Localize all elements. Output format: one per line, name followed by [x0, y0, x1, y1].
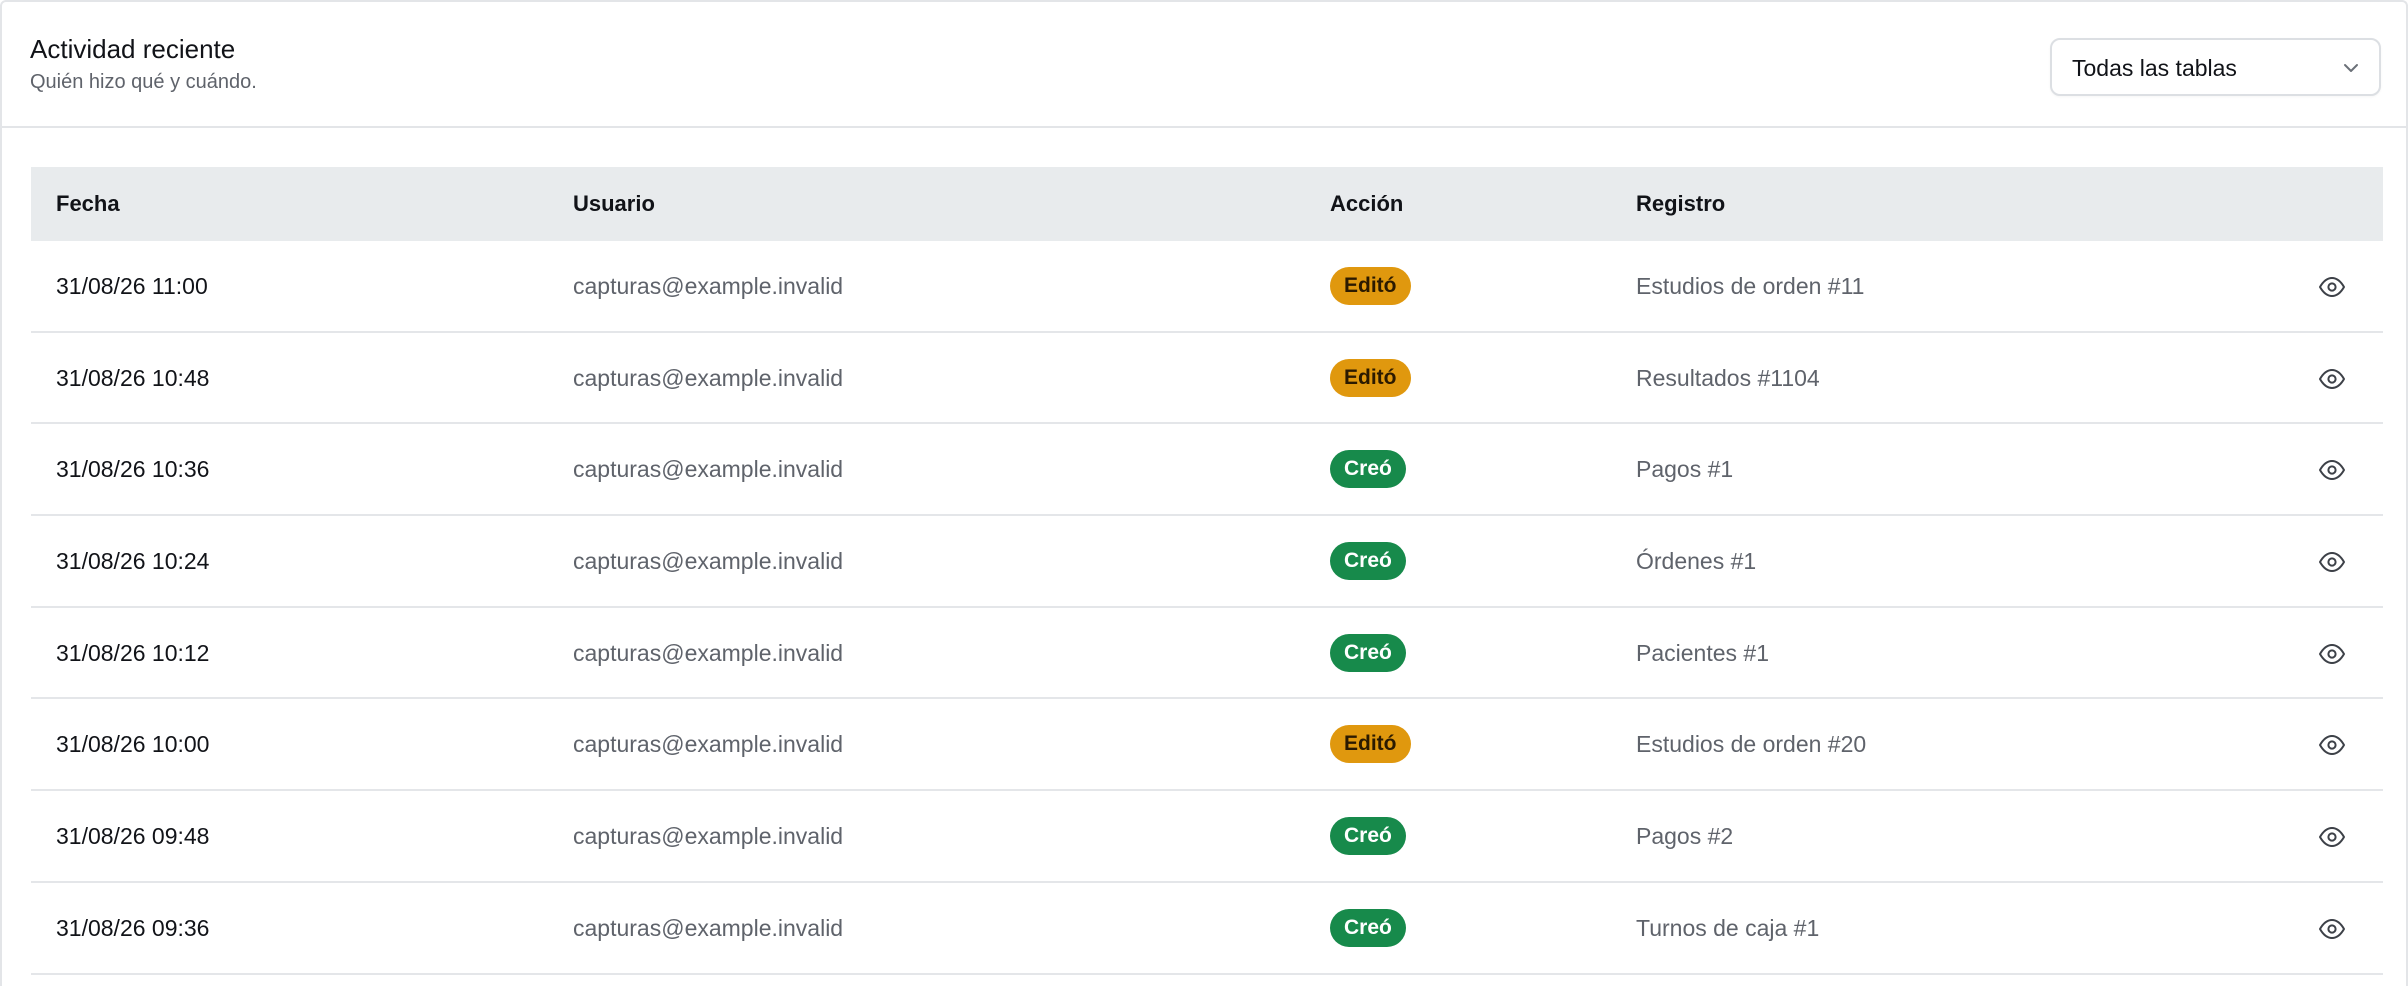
page-subtitle: Quién hizo qué y cuándo. [30, 71, 257, 93]
chevron-down-icon [2344, 64, 2358, 72]
eye-icon[interactable] [2318, 640, 2346, 668]
eye-icon[interactable] [2318, 548, 2346, 576]
row-user: capturas@example.invalid [573, 914, 844, 941]
row-user: capturas@example.invalid [573, 456, 844, 483]
action-badge: Creó [1330, 542, 1406, 581]
action-badge: Editó [1330, 358, 1411, 397]
table-row: 31/08/26 10:48 capturas@example.invalid Ed… [31, 333, 2383, 425]
row-user: capturas@example.invalid [573, 548, 844, 575]
table-filter-value: Todas las tablas [2072, 55, 2237, 81]
row-record: Pacientes #1 [1636, 639, 1769, 666]
activity-card: Actividad reciente Quién hizo qué y cuán… [0, 0, 2408, 986]
row-date: 31/08/26 10:48 [56, 364, 210, 391]
row-user: capturas@example.invalid [573, 364, 844, 391]
eye-icon[interactable] [2318, 731, 2346, 759]
row-user: capturas@example.invalid [573, 823, 844, 850]
column-header-accion: Acción [1330, 191, 1404, 216]
table-row: 31/08/26 09:48 capturas@example.invalid Cr… [31, 791, 2383, 883]
table-row: 31/08/26 10:24 capturas@example.invalid Cr… [31, 516, 2383, 608]
column-header-usuario: Usuario [573, 191, 655, 216]
action-badge: Creó [1330, 450, 1406, 489]
table-row: 31/08/26 10:00 capturas@example.invalid Ed… [31, 699, 2383, 792]
eye-icon[interactable] [2318, 273, 2346, 301]
row-date: 31/08/26 10:24 [56, 548, 210, 575]
column-header-fecha: Fecha [56, 191, 120, 216]
table-body: 31/08/26 11:00 capturas@example.invalid Ed… [31, 241, 2383, 975]
table-row: 31/08/26 10:12 capturas@example.invalid Cr… [31, 608, 2383, 700]
eye-icon[interactable] [2318, 823, 2346, 851]
row-user: capturas@example.invalid [573, 273, 844, 299]
row-date: 31/08/26 10:00 [56, 731, 210, 758]
table-row: 31/08/26 11:00 capturas@example.invalid Ed… [31, 241, 2383, 333]
row-record: Estudios de orden #11 [1636, 273, 1865, 299]
row-date: 31/08/26 10:36 [56, 456, 210, 483]
page-title: Actividad reciente [30, 34, 236, 64]
row-record: Turnos de caja #1 [1636, 914, 1820, 941]
table-row: 31/08/26 09:36 capturas@example.invalid Cr… [31, 883, 2383, 975]
action-badge: Creó [1330, 908, 1406, 947]
row-date: 31/08/26 10:12 [56, 639, 210, 666]
action-badge: Creó [1330, 633, 1406, 672]
table-header: Fecha Usuario Acción Registro [31, 167, 2383, 241]
row-user: capturas@example.invalid [573, 731, 844, 758]
table-filter-select[interactable]: Todas las tablas [2050, 38, 2381, 96]
eye-icon[interactable] [2318, 456, 2346, 484]
table-row: 31/08/26 10:36 capturas@example.invalid Cr… [31, 424, 2383, 517]
row-record: Pagos #2 [1636, 823, 1734, 850]
action-badge: Creó [1330, 817, 1406, 856]
card-header: Actividad reciente Quién hizo qué y cuán… [2, 2, 2406, 128]
row-date: 31/08/26 09:36 [56, 914, 210, 941]
row-date: 31/08/26 09:48 [56, 823, 210, 850]
row-record: Estudios de orden #20 [1636, 731, 1867, 758]
eye-icon[interactable] [2318, 365, 2346, 393]
row-record: Pagos #1 [1636, 456, 1734, 483]
row-record: Órdenes #1 [1636, 548, 1757, 575]
eye-icon[interactable] [2318, 915, 2346, 943]
row-date: 31/08/26 11:00 [56, 273, 208, 299]
row-record: Resultados #1104 [1636, 364, 1820, 391]
activity-table: Fecha Usuario Acción Registro 31/08/26 1… [31, 167, 2383, 975]
action-badge: Editó [1330, 725, 1411, 764]
action-badge: Editó [1330, 267, 1411, 305]
row-user: capturas@example.invalid [573, 639, 844, 666]
column-header-registro: Registro [1636, 191, 1726, 216]
